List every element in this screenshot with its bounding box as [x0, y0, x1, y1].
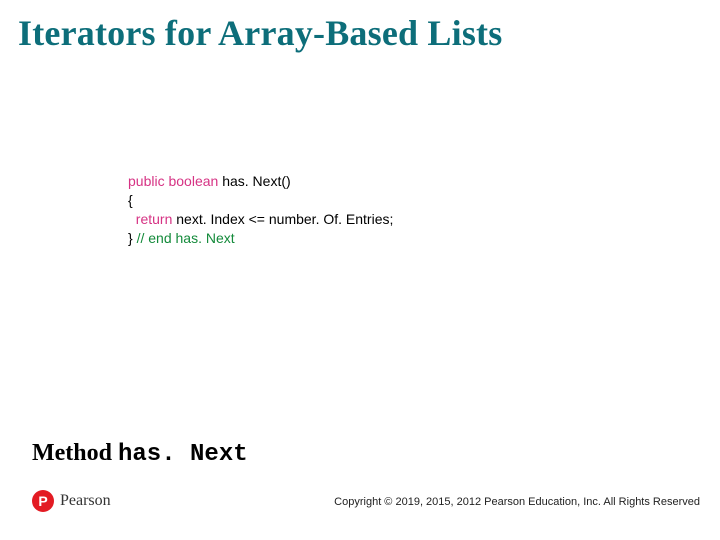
copyright-text: Copyright © 2019, 2015, 2012 Pearson Edu… — [334, 496, 700, 508]
slide-title: Iterators for Array-Based Lists — [0, 0, 720, 54]
code-block: public boolean has. Next() { return next… — [128, 172, 393, 248]
publisher-name: Pearson — [60, 492, 111, 510]
end-comment: // end has. Next — [133, 230, 235, 246]
method-signature: has. Next() — [218, 173, 290, 189]
publisher-logo: P Pearson — [32, 490, 111, 512]
keyword-return: return — [136, 211, 173, 227]
slide: Iterators for Array-Based Lists public b… — [0, 0, 720, 540]
keyword-public: public — [128, 173, 165, 189]
return-expression: next. Index <= number. Of. Entries; — [172, 211, 393, 227]
subtitle-prefix: Method — [32, 440, 118, 466]
slide-subtitle: Method has. Next — [32, 440, 248, 468]
publisher-logo-icon: P — [32, 490, 54, 512]
subtitle-method: has. Next — [118, 441, 248, 468]
keyword-boolean: boolean — [168, 173, 218, 189]
brace-open: { — [128, 192, 133, 208]
